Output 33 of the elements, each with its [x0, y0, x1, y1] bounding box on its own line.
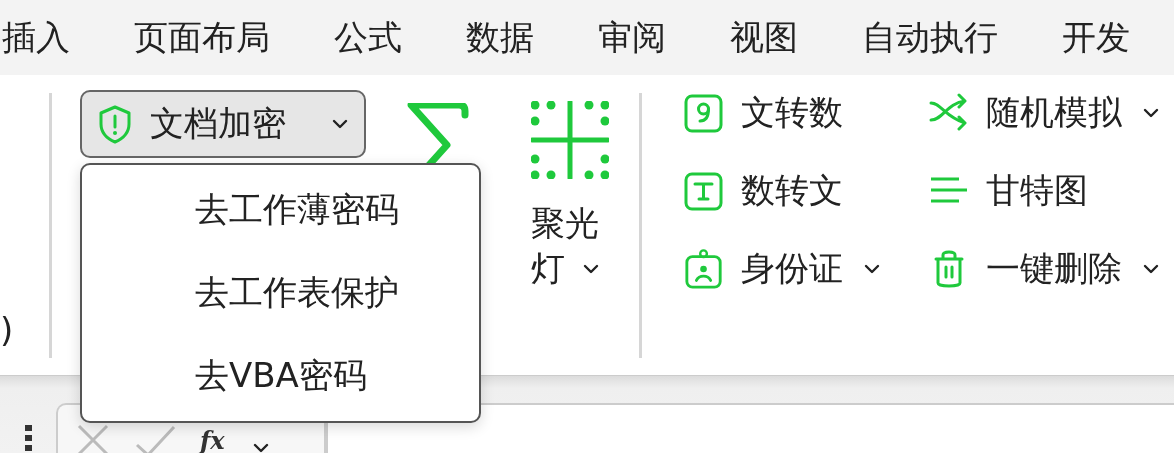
caret-icon [252, 443, 269, 453]
tool-button[interactable]: 一键删除 [929, 244, 1174, 294]
menu-item[interactable]: 去工作表保护 [82, 269, 479, 317]
more-vertical-icon[interactable] [24, 423, 34, 451]
menu-tab[interactable]: 插入 [2, 14, 70, 61]
shuffle-icon [929, 93, 969, 133]
cut-off-label: ) [0, 310, 14, 352]
menu-item[interactable]: 去工作薄密码 [82, 186, 479, 235]
check-icon[interactable] [134, 423, 176, 453]
letter-t-icon [684, 171, 724, 211]
id-badge-icon [684, 249, 724, 289]
insert-function-button[interactable]: fx [200, 428, 225, 453]
tool-button[interactable]: 甘特图 [929, 166, 1174, 216]
tool-button[interactable]: 随机模拟 [929, 88, 1174, 138]
menu-tab[interactable]: 开发 [1062, 14, 1130, 61]
cancel-icon[interactable] [76, 423, 110, 453]
tool-button[interactable]: 身份证 [684, 244, 929, 294]
digit-nine-icon [684, 93, 724, 133]
spotlight-button[interactable]: 聚光 灯 [531, 201, 600, 291]
menu-tab[interactable]: 公式 [334, 14, 402, 61]
spotlight-grid-icon[interactable] [531, 101, 610, 179]
menu-tab[interactable]: 审阅 [598, 14, 666, 61]
menu-item[interactable]: 去VBA密码 [82, 351, 479, 400]
tool-button[interactable]: 文转数 [684, 88, 929, 138]
menu-tab[interactable]: 视图 [730, 14, 798, 61]
shield-alert-icon [98, 104, 133, 144]
menu-tab[interactable]: 自动执行 [862, 14, 998, 61]
formula-input-field[interactable] [326, 403, 1174, 453]
menu-tab[interactable]: 页面布局 [134, 14, 270, 61]
caret-icon [332, 119, 349, 129]
encrypt-dropdown-button[interactable]: 文档加密 [80, 90, 367, 158]
menu-tab[interactable]: 数据 [466, 14, 534, 61]
tool-button[interactable]: 数转文 [684, 166, 929, 216]
